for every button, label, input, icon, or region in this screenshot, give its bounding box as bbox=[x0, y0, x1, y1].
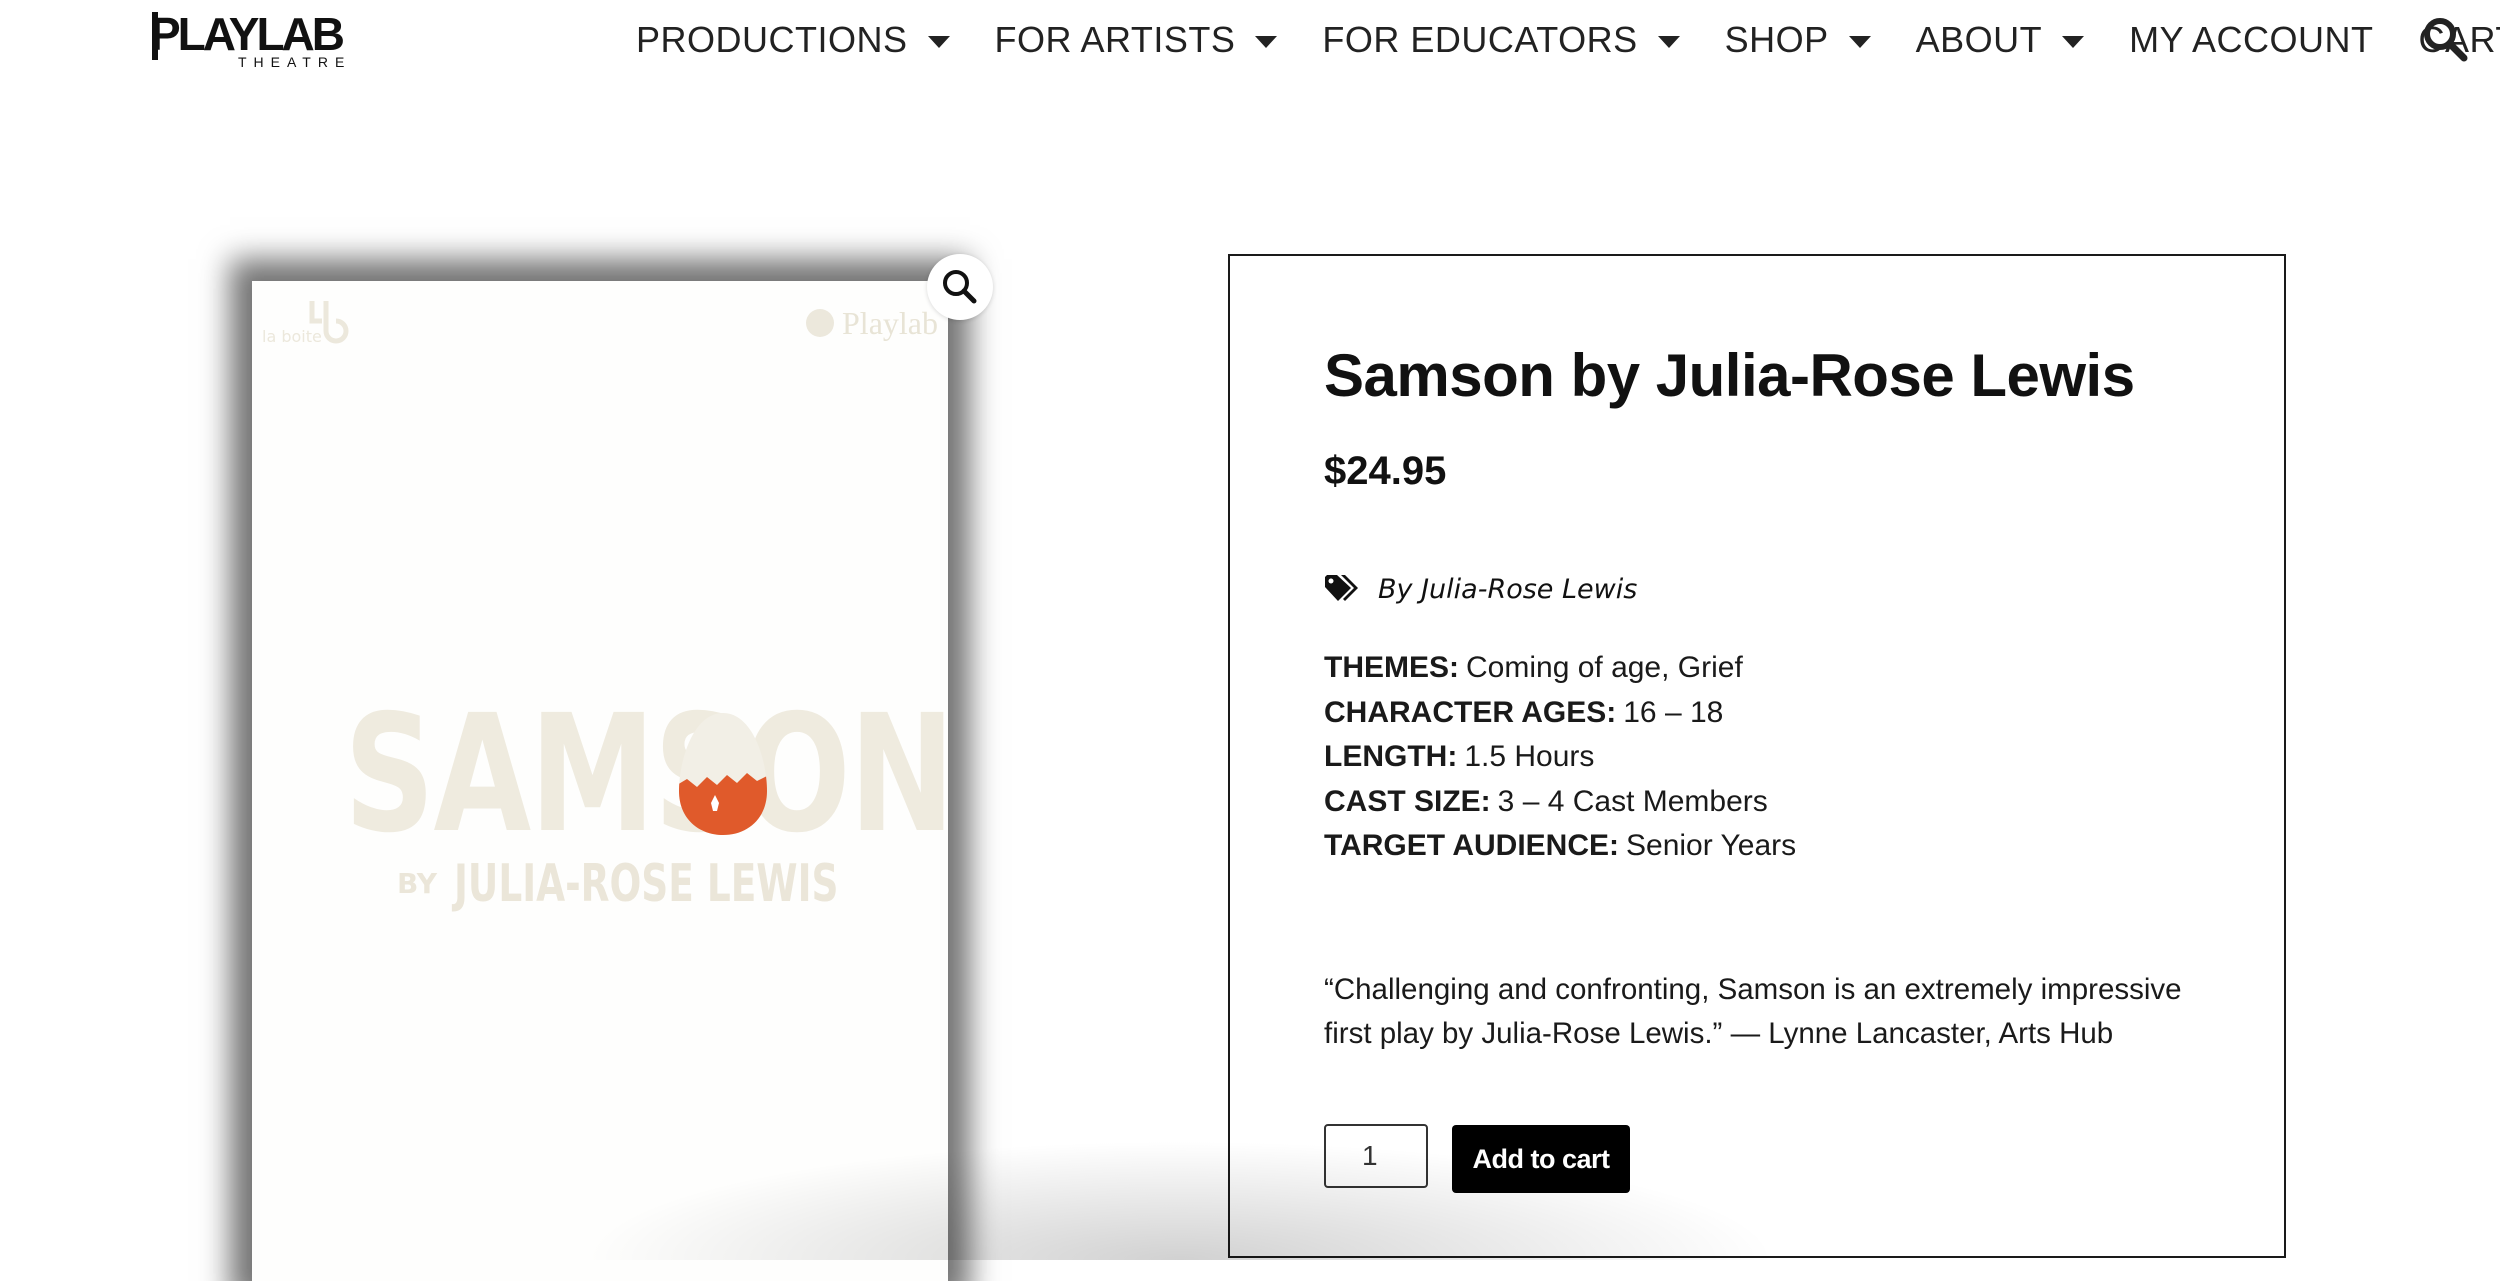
detail-label: TARGET AUDIENCE: bbox=[1324, 829, 1619, 862]
nav-item-for-educators[interactable]: FOR EDUCATORS bbox=[1322, 19, 1680, 61]
nav-item-label: MY ACCOUNT bbox=[2129, 19, 2374, 60]
detail-value: Coming of age, Grief bbox=[1466, 651, 1743, 684]
nav-item-for-artists[interactable]: FOR ARTISTS bbox=[995, 19, 1278, 61]
detail-themes: THEMES: Coming of age, Grief bbox=[1324, 646, 1796, 691]
detail-label: CAST SIZE: bbox=[1324, 784, 1491, 818]
image-zoom-button[interactable] bbox=[927, 254, 993, 320]
search-icon bbox=[2424, 18, 2468, 62]
nav-item-about[interactable]: ABOUT bbox=[1916, 19, 2085, 61]
caret-down-icon bbox=[1848, 36, 1871, 48]
detail-target-audience: TARGET AUDIENCE: Senior Years bbox=[1324, 824, 1796, 869]
nav-item-my-account[interactable]: MY ACCOUNT bbox=[2129, 19, 2373, 61]
review-quote: “Challenging and confronting, Samson is … bbox=[1324, 972, 2182, 1051]
cover-author-name: JULIA-ROSE LEWIS bbox=[453, 854, 839, 914]
nav-item-label: ABOUT bbox=[1915, 19, 2043, 60]
caret-down-icon bbox=[2062, 36, 2085, 48]
tags-icon bbox=[1325, 575, 1358, 601]
logo-text: PLAYLAB bbox=[150, 8, 345, 60]
detail-value: 3 – 4 Cast Members bbox=[1497, 784, 1768, 818]
product-image[interactable]: la boite Playlab SAMSON BY JULIA-ROSE LE… bbox=[252, 281, 955, 1281]
detail-label: LENGTH: bbox=[1324, 740, 1458, 773]
la-boite-logo: la boite bbox=[260, 291, 360, 351]
caret-down-icon bbox=[1657, 36, 1680, 48]
detail-cast-size: CAST SIZE: 3 – 4 Cast Members bbox=[1324, 780, 1796, 825]
quantity-input[interactable] bbox=[1324, 1124, 1428, 1188]
detail-value: 1.5 Hours bbox=[1464, 740, 1595, 773]
cover-author: BY JULIA-ROSE LEWIS bbox=[397, 854, 988, 927]
caret-down-icon bbox=[1255, 36, 1278, 48]
detail-label: CHARACTER AGES: bbox=[1324, 695, 1617, 729]
nav-item-label: SHOP bbox=[1724, 19, 1829, 60]
nav-item-productions[interactable]: PRODUCTIONS bbox=[636, 19, 950, 61]
search-button[interactable] bbox=[2420, 14, 2470, 64]
product-tags: By Julia-Rose Lewis bbox=[1324, 567, 1637, 611]
detail-character-ages: CHARACTER AGES: 16 – 18 bbox=[1324, 691, 1796, 736]
product-price: $24.95 bbox=[1324, 449, 1447, 493]
cover-by: BY bbox=[397, 867, 438, 900]
product-title: Samson by Julia-Rose Lewis bbox=[1324, 342, 2135, 409]
site-logo[interactable]: PLAYLAB THEATRE bbox=[150, 8, 355, 70]
egg-icon bbox=[679, 713, 767, 835]
add-to-cart-button[interactable]: Add to cart bbox=[1452, 1125, 1630, 1193]
tag-link-author[interactable]: By Julia-Rose Lewis bbox=[1378, 574, 1637, 605]
main-nav: PRODUCTIONS FOR ARTISTS FOR EDUCATORS SH… bbox=[636, 12, 2500, 68]
product-details: THEMES: Coming of age, Grief CHARACTER AG… bbox=[1324, 646, 1796, 869]
nav-item-shop[interactable]: SHOP bbox=[1725, 19, 1871, 61]
playlab-circle-icon bbox=[806, 309, 834, 337]
la-boite-logo-text: la boite bbox=[262, 327, 322, 346]
logo-subtext: THEATRE bbox=[238, 54, 352, 70]
detail-length: LENGTH: 1.5 Hours bbox=[1324, 735, 1796, 780]
nav-item-label: FOR EDUCATORS bbox=[1322, 19, 1638, 60]
caret-down-icon bbox=[927, 36, 950, 48]
nav-item-label: FOR ARTISTS bbox=[994, 19, 1236, 60]
magnifier-icon bbox=[943, 270, 977, 304]
detail-value: 16 – 18 bbox=[1623, 695, 1724, 729]
detail-value: Senior Years bbox=[1626, 829, 1797, 862]
playlab-cover-logo-text: Playlab bbox=[842, 305, 938, 341]
cover-title: SAMSON bbox=[344, 681, 955, 869]
detail-label: THEMES: bbox=[1324, 651, 1459, 684]
nav-item-label: PRODUCTIONS bbox=[636, 19, 908, 60]
product-summary: Samson by Julia-Rose Lewis $24.95 By Jul… bbox=[1228, 254, 2286, 1258]
